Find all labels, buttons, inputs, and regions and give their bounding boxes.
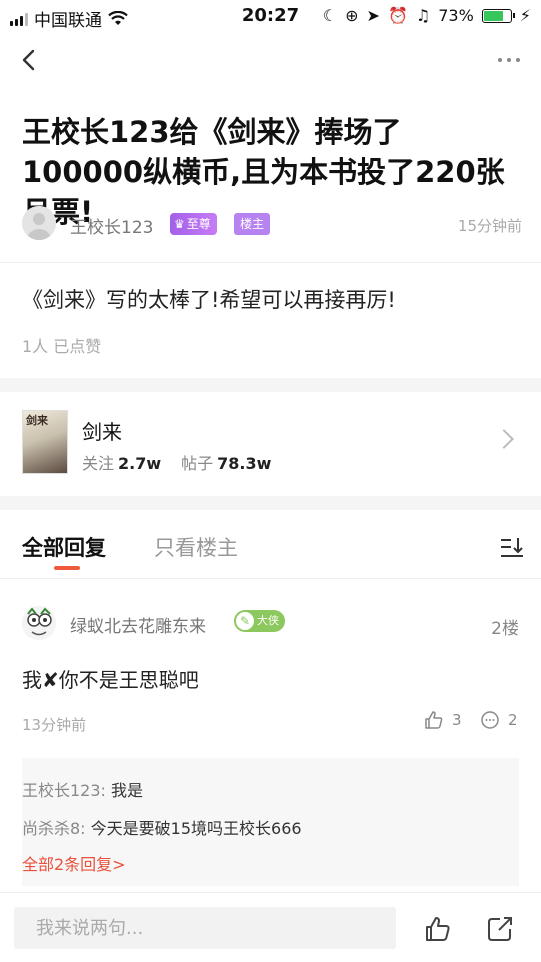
vip-badge-label: 至尊 (186, 217, 211, 231)
lock-rotation-icon: ⊕ (345, 6, 359, 25)
tab-owner-only[interactable]: 只看楼主 (154, 532, 238, 562)
post-time: 15分钟前 (457, 217, 522, 235)
section-gap (0, 496, 541, 510)
status-right: ☾ ⊕ ➤ ⏰ ♫ 73% ⚡ (323, 6, 531, 25)
level-badge-label: 大侠 (257, 614, 279, 627)
share-icon[interactable] (486, 915, 514, 943)
tab-all-replies[interactable]: 全部回复 (22, 532, 106, 562)
owner-badge: 楼主 (234, 213, 271, 235)
likes-count: 1人 已点赞 (22, 337, 102, 356)
level-badge: ✎ 大侠 (234, 610, 285, 632)
comment-input[interactable] (14, 907, 396, 949)
status-bar: 中国联通 20:27 ☾ ⊕ ➤ ⏰ ♫ 73% ⚡ (0, 0, 541, 34)
divider (0, 578, 541, 579)
subreply-text: 今天是要破15境吗王校长666 (90, 819, 302, 838)
author-row: 王校长123 ♛ 至尊 楼主 15分钟前 (22, 204, 522, 244)
subreply-author: 王校长123: (22, 781, 106, 800)
battery-percent: 73% (438, 6, 474, 25)
post-body: 《剑来》写的太棒了!希望可以再接再厉! (22, 288, 396, 312)
subreply-author: 尚杀杀8: (22, 819, 86, 838)
reply-like-button[interactable]: 3 (424, 710, 462, 730)
divider (0, 262, 541, 263)
view-all-replies-link[interactable]: 全部2条回复> (22, 848, 519, 882)
reply-comment-count: 2 (508, 711, 518, 729)
posts-stat: 帖子 78.3w (181, 454, 272, 473)
subreply-box: 王校长123: 我是 尚杀杀8: 今天是要破15境吗王校长666 全部2条回复> (22, 758, 519, 886)
cartoon-avatar-icon (22, 606, 56, 640)
crown-icon: ♛ (174, 217, 185, 231)
subreply-item[interactable]: 尚杀杀8: 今天是要破15境吗王校长666 (22, 810, 519, 848)
battery-icon (481, 8, 515, 23)
vip-badge: ♛ 至尊 (170, 213, 217, 235)
book-card[interactable]: 剑来 剑来 关注 2.7w 帖子 78.3w (0, 396, 541, 496)
nav-bar (0, 34, 541, 88)
thumbs-up-icon (425, 711, 443, 729)
book-title: 剑来 (82, 420, 122, 444)
book-cover: 剑来 (22, 410, 68, 474)
active-tab-indicator (54, 566, 80, 570)
chevron-right-icon (494, 429, 514, 449)
floor-number: 2楼 (491, 619, 519, 639)
default-avatar-icon (22, 206, 56, 240)
leaf-icon: ✎ (236, 612, 254, 630)
back-icon[interactable] (16, 46, 44, 74)
reply-avatar[interactable] (22, 606, 56, 640)
headphones-icon: ♫ (415, 6, 431, 25)
moon-icon: ☾ (322, 6, 338, 25)
reply-like-count: 3 (452, 711, 462, 729)
like-icon[interactable] (424, 915, 452, 943)
reply-time: 13分钟前 (22, 716, 87, 734)
book-cover-title: 剑来 (26, 414, 48, 427)
reply-author[interactable]: 绿蚁北去花雕东来 (70, 612, 206, 637)
comment-icon (481, 711, 499, 729)
reply-tabs: 全部回复 只看楼主 (0, 526, 541, 578)
sort-icon[interactable] (499, 536, 525, 560)
bottom-bar (0, 892, 541, 962)
subreply-item[interactable]: 王校长123: 我是 (22, 772, 519, 810)
follow-stat: 关注 2.7w (82, 454, 162, 473)
reply-comment-button[interactable]: 2 (480, 710, 518, 730)
author-name[interactable]: 王校长123 (70, 213, 153, 238)
more-icon[interactable] (495, 48, 523, 72)
avatar[interactable] (22, 206, 56, 240)
book-stats: 关注 2.7w 帖子 78.3w (82, 450, 271, 474)
charging-icon: ⚡ (519, 6, 531, 25)
reply-text: 我✘你不是王思聪吧 (22, 668, 199, 692)
location-icon: ➤ (366, 6, 380, 25)
alarm-icon: ⏰ (387, 6, 408, 25)
section-gap (0, 378, 541, 392)
subreply-text: 我是 (111, 781, 144, 800)
